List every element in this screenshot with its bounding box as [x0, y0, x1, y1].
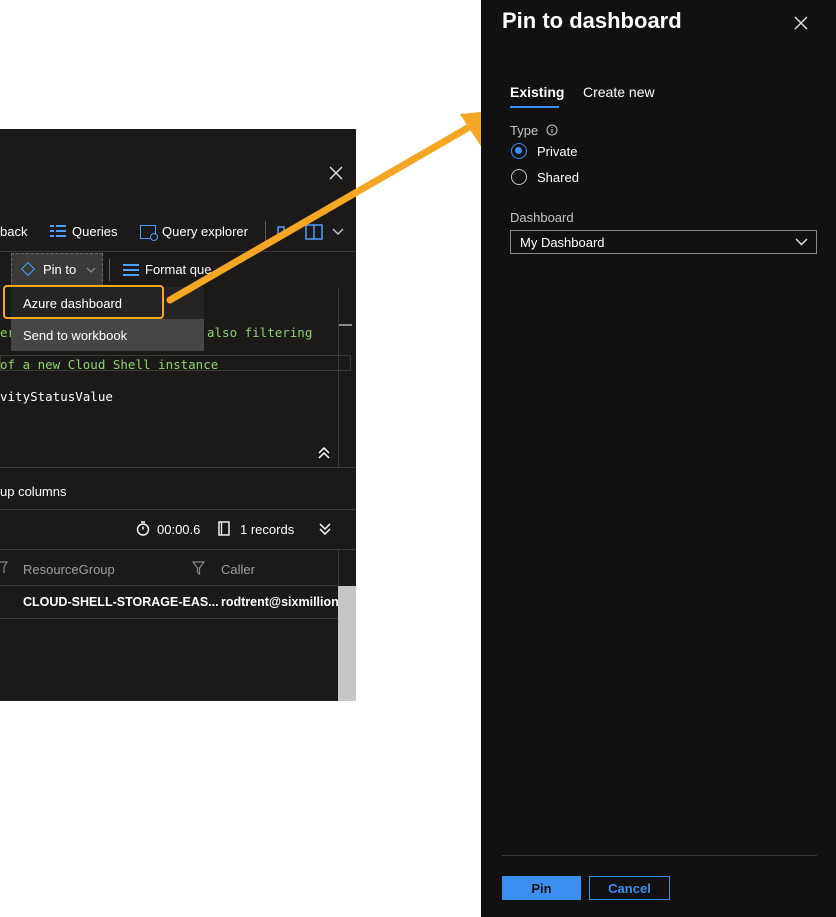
pin-to-label: Pin to [43, 262, 77, 277]
code-line-2: of a new Cloud Shell instance [0, 357, 219, 372]
code-line-1b: also filtering [207, 325, 313, 340]
stats-separator [0, 549, 356, 550]
highlight-box [3, 285, 164, 319]
chevron-down-icon [795, 238, 808, 246]
tab-underline [510, 106, 559, 108]
query-explorer-icon [140, 224, 158, 241]
dashboard-select-value: My Dashboard [520, 235, 605, 250]
pin-button[interactable]: Pin [502, 876, 581, 900]
queries-icon [50, 225, 66, 238]
toolbar-divider [109, 259, 110, 281]
header-resourcegroup[interactable]: ResourceGroup [23, 562, 115, 577]
table-row[interactable]: CLOUD-SHELL-STORAGE-EAS... rodtrent@sixm… [0, 586, 338, 618]
editor-results-separator [0, 467, 356, 468]
filter-icon[interactable] [192, 561, 205, 575]
table-row-separator [0, 618, 338, 619]
collapse-up-icon[interactable] [318, 447, 330, 459]
cell-resourcegroup: CLOUD-SHELL-STORAGE-EAS... [23, 595, 219, 609]
dashboard-select[interactable]: My Dashboard [510, 230, 817, 254]
radio-private-label: Private [537, 144, 578, 159]
footer-divider [502, 855, 817, 856]
panel-title: Pin to dashboard [502, 8, 682, 33]
format-icon [123, 263, 139, 276]
close-icon[interactable] [794, 16, 808, 30]
radio-shared-label: Shared [537, 170, 579, 185]
queries-button[interactable]: Queries [50, 224, 118, 239]
tab-create-new[interactable]: Create new [583, 84, 655, 100]
menu-item-label: Send to workbook [23, 327, 128, 343]
group-separator [0, 509, 356, 510]
tab-existing[interactable]: Existing [510, 84, 564, 100]
timer-icon [136, 521, 150, 536]
queries-label: Queries [72, 224, 118, 239]
radio-shared[interactable]: Shared [510, 168, 630, 188]
feedback-label: back [0, 224, 28, 239]
menu-item-send-to-workbook[interactable]: Send to workbook [11, 319, 204, 351]
code-line-3: vityStatusValue [0, 389, 113, 404]
cancel-button-label: Cancel [608, 880, 651, 896]
dashboard-label: Dashboard [510, 210, 574, 225]
editor-scroll-track[interactable] [338, 287, 339, 467]
pin-button-label: Pin [531, 880, 552, 896]
feedback-button[interactable]: back [0, 224, 27, 239]
info-icon[interactable] [546, 124, 558, 136]
editor-scroll-thumb[interactable] [339, 324, 352, 326]
arrow-annotation [166, 110, 502, 304]
cancel-button[interactable]: Cancel [589, 876, 670, 900]
records-icon [218, 521, 230, 536]
pin-icon [20, 263, 34, 277]
cell-caller: rodtrent@sixmillion [221, 595, 338, 609]
header-caller[interactable]: Caller [221, 562, 255, 577]
record-count: 1 records [240, 522, 295, 537]
type-label: Type [510, 123, 539, 138]
expand-down-icon[interactable] [319, 523, 331, 535]
query-duration: 00:00.6 [157, 522, 201, 537]
chevron-down-icon [86, 267, 96, 273]
filter-icon[interactable] [0, 561, 8, 575]
group-columns-label[interactable]: up columns [0, 484, 66, 499]
radio-private-indicator[interactable] [511, 143, 527, 159]
results-scroll-cap [338, 550, 356, 586]
pin-to-button[interactable]: Pin to [11, 253, 103, 287]
radio-shared-indicator[interactable] [511, 169, 527, 185]
radio-private[interactable]: Private [510, 142, 630, 162]
